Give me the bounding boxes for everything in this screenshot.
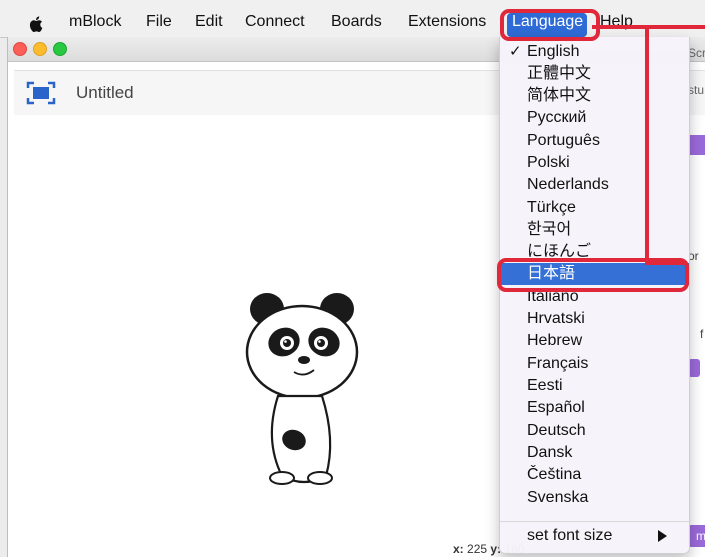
costumes-tab-fragment: stu [688,83,705,97]
language-label: Türkçe [527,199,576,216]
menu-boards[interactable]: Boards [331,0,382,37]
close-window-button[interactable] [13,42,27,56]
language-item-simplified-chinese[interactable]: 简体中文 [500,85,689,107]
japanese-callout-box [497,258,689,292]
language-label: 한국어 [527,221,572,238]
x-value: 225 [467,542,488,556]
language-label: English [527,43,580,60]
language-label: Español [527,399,585,416]
language-item-hebrew[interactable]: Hebrew [500,330,689,352]
submenu-arrow-icon [658,530,667,542]
menu-help[interactable]: Help [600,0,633,37]
language-item-czech[interactable]: Čeština [500,464,689,486]
language-item-traditional-chinese[interactable]: 正體中文 [500,63,689,85]
fullscreen-icon[interactable] [26,81,56,105]
language-label: Hrvatski [527,310,585,327]
block-fragment-3: me [696,529,705,543]
language-item-croatian[interactable]: Hrvatski [500,308,689,330]
x-label: x: [453,542,464,556]
language-label: Eesti [527,377,563,394]
project-title: Untitled [76,83,134,102]
language-label: Русский [527,109,587,126]
language-item-portuguese[interactable]: Português [500,130,689,152]
language-label: Français [527,355,589,372]
apple-logo-icon[interactable] [29,15,45,33]
block-fragment-2: f [700,327,704,341]
menu-connect[interactable]: Connect [245,0,305,37]
language-label: Deutsch [527,422,586,439]
language-item-estonian[interactable]: Eesti [500,375,689,397]
language-item-english[interactable]: ✓ English [500,41,689,63]
language-label: Hebrew [527,332,583,349]
language-label: Polski [527,154,570,171]
menu-extensions[interactable]: Extensions [408,0,486,37]
scratch-tab-fragment: Scra [688,46,705,60]
language-item-russian[interactable]: Русский [500,107,689,129]
language-label: Dansk [527,444,573,461]
language-item-swedish[interactable]: Svenska [500,487,689,509]
menu-edit[interactable]: Edit [195,0,223,37]
language-callout-box [500,9,600,41]
category-color-block [688,135,705,155]
language-item-danish[interactable]: Dansk [500,442,689,464]
menu-file[interactable]: File [146,0,172,37]
language-item-turkish[interactable]: Türkçe [500,197,689,219]
language-item-spanish[interactable]: Español [500,397,689,419]
language-label: 简体中文 [527,87,592,104]
language-item-german[interactable]: Deutsch [500,420,689,442]
language-label: Čeština [527,466,582,483]
language-label: 正體中文 [527,65,592,82]
font-size-label: set font size [527,527,613,544]
language-label: Português [527,132,600,149]
callout-connector-vertical [645,25,649,265]
language-item-korean[interactable]: 한국어 [500,219,689,241]
checkmark-icon: ✓ [509,43,522,60]
panda-sprite[interactable] [234,290,374,490]
language-item-dutch[interactable]: Nederlands [500,174,689,196]
menu-separator [500,521,689,522]
language-item-french[interactable]: Français [500,353,689,375]
set-font-size-item[interactable]: set font size [500,525,689,547]
zoom-window-button[interactable] [53,42,67,56]
language-dropdown-menu: ✓ English 正體中文 简体中文 Русский Português Po… [499,37,690,554]
menu-mblock[interactable]: mBlock [69,0,121,37]
minimize-window-button[interactable] [33,42,47,56]
language-label: Nederlands [527,176,609,193]
language-label: Svenska [527,489,589,506]
language-item-polish[interactable]: Polski [500,152,689,174]
